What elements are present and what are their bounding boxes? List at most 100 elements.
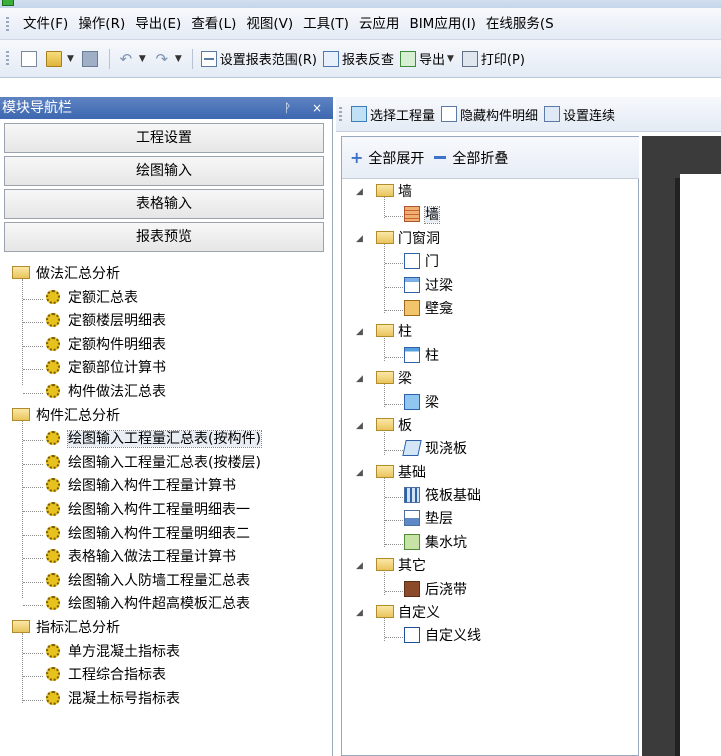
nav-button-report-preview[interactable]: 报表预览 [4, 222, 324, 252]
comp-item-niche[interactable]: 壁龛 [342, 298, 638, 321]
report-reverse-check-button[interactable]: 报表反查 [320, 47, 397, 71]
app-icon [2, 0, 14, 6]
tree-item-report[interactable]: 定额楼层明细表 [0, 310, 330, 334]
folder-open-icon [376, 417, 394, 431]
collapse-all-button[interactable]: 全部折叠 [424, 148, 508, 168]
select-quantity-button[interactable]: 选择工程量 [348, 102, 438, 126]
open-button[interactable]: ▼ [43, 47, 79, 71]
menu-online[interactable]: 在线服务(S [481, 8, 559, 40]
collapse-arrow-icon[interactable]: ◢ [356, 415, 363, 438]
menu-cloud[interactable]: 云应用 [354, 8, 405, 40]
tree-item-label-selected: 绘图输入工程量汇总表(按构件) [67, 430, 262, 449]
folder-icon [12, 266, 30, 279]
tree-item-report[interactable]: 单方混凝土指标表 [0, 641, 330, 665]
report-canvas[interactable] [642, 136, 721, 756]
comp-item-post-pour-strip[interactable]: 后浇带 [342, 579, 638, 602]
menu-view[interactable]: 视图(V) [241, 8, 298, 40]
collapse-arrow-icon[interactable]: ◢ [356, 602, 363, 625]
chevron-down-icon[interactable]: ▼ [175, 54, 182, 64]
comp-item-door[interactable]: 门 [342, 251, 638, 274]
new-button[interactable] [18, 47, 43, 71]
expand-all-button[interactable]: + 全部展开 [350, 148, 424, 168]
tree-item-report[interactable]: 绘图输入人防墙工程量汇总表 [0, 570, 330, 594]
nav-panel-title: 模块导航栏 [2, 100, 72, 116]
redo-button[interactable]: ↷ ▼ [151, 47, 187, 71]
print-label: 打印(P) [480, 53, 525, 68]
comp-group-foundation[interactable]: ◢ 基础 [342, 462, 638, 485]
set-link-button[interactable]: 设置连续 [541, 102, 618, 126]
menu-file[interactable]: 文件(F) [18, 8, 73, 40]
set-report-range-button[interactable]: 设置报表范围(R) [198, 47, 320, 71]
chevron-down-icon[interactable]: ▼ [67, 54, 74, 64]
close-icon[interactable]: × [312, 97, 322, 119]
tree-item-report[interactable]: 绘图输入构件超高模板汇总表 [0, 593, 330, 617]
export-button[interactable]: 导出 ▼ [397, 47, 459, 71]
pin-icon[interactable]: ᚹ [284, 97, 291, 119]
comp-item-column[interactable]: 柱 [342, 345, 638, 368]
folder-open-icon [376, 605, 394, 619]
tree-item-report[interactable]: 混凝土标号指标表 [0, 688, 330, 712]
tree-item-label: 绘图输入构件工程量计算书 [68, 478, 236, 495]
report-gear-icon [46, 289, 60, 304]
comp-item-cast-slab[interactable]: 现浇板 [342, 438, 638, 461]
comp-item-cushion[interactable]: 垫层 [342, 508, 638, 531]
tree-item-report[interactable]: 绘图输入构件工程量明细表二 [0, 523, 330, 547]
tree-item-report[interactable]: 定额部位计算书 [0, 357, 330, 381]
report-toolbar-grip[interactable] [339, 107, 342, 123]
report-toolbar: 选择工程量 隐藏构件明细 设置连续 [336, 97, 721, 132]
report-gear-icon [46, 478, 60, 493]
collapse-arrow-icon[interactable]: ◢ [356, 228, 363, 251]
collapse-arrow-icon[interactable]: ◢ [356, 368, 363, 391]
tree-item-report[interactable]: 绘图输入构件工程量明细表一 [0, 499, 330, 523]
comp-group-beam[interactable]: ◢ 梁 [342, 368, 638, 391]
tree-item-report[interactable]: 工程综合指标表 [0, 664, 330, 688]
comp-item-wall[interactable]: 墙 [342, 204, 638, 227]
tree-group-component-summary[interactable]: 构件汇总分析 [0, 405, 330, 429]
chevron-down-icon[interactable]: ▼ [447, 54, 454, 64]
comp-item-sump[interactable]: 集水坑 [342, 532, 638, 555]
collapse-arrow-icon[interactable]: ◢ [356, 555, 363, 578]
comp-group-custom[interactable]: ◢ 自定义 [342, 602, 638, 625]
report-page[interactable] [680, 174, 721, 756]
menu-view-l[interactable]: 查看(L) [186, 8, 241, 40]
collapse-arrow-icon[interactable]: ◢ [356, 462, 363, 485]
comp-group-column[interactable]: ◢ 柱 [342, 321, 638, 344]
comp-group-wall[interactable]: ◢ 墙 [342, 181, 638, 204]
tree-group-method-summary[interactable]: 做法汇总分析 [0, 263, 330, 287]
folder-icon [12, 619, 30, 633]
comp-group-slab[interactable]: ◢ 板 [342, 415, 638, 438]
menu-export[interactable]: 导出(E) [130, 8, 186, 40]
print-button[interactable]: 打印(P) [459, 47, 528, 71]
tree-item-report[interactable]: 绘图输入构件工程量计算书 [0, 475, 330, 499]
save-button[interactable] [79, 47, 104, 71]
collapse-arrow-icon[interactable]: ◢ [356, 181, 363, 204]
tree-group-index-summary[interactable]: 指标汇总分析 [0, 617, 330, 641]
chevron-down-icon[interactable]: ▼ [139, 54, 146, 64]
menu-operate[interactable]: 操作(R) [73, 8, 130, 40]
nav-button-table-input[interactable]: 表格输入 [4, 189, 324, 219]
collapse-arrow-icon[interactable]: ◢ [356, 321, 363, 344]
menu-tools[interactable]: 工具(T) [298, 8, 354, 40]
comp-item-lintel[interactable]: 过梁 [342, 275, 638, 298]
comp-item-beam[interactable]: 梁 [342, 392, 638, 415]
nav-button-project-settings[interactable]: 工程设置 [4, 123, 324, 153]
menu-grip[interactable] [6, 17, 9, 33]
comp-item-label: 柱 [425, 347, 439, 364]
tree-item-report[interactable]: 定额构件明细表 [0, 334, 330, 358]
nav-button-drawing-input[interactable]: 绘图输入 [4, 156, 324, 186]
comp-group-openings[interactable]: ◢ 门窗洞 [342, 228, 638, 251]
comp-group-other[interactable]: ◢ 其它 [342, 555, 638, 578]
set-report-range-label: 设置报表范围(R) [219, 53, 317, 68]
tree-item-report[interactable]: 绘图输入工程量汇总表(按楼层) [0, 452, 330, 476]
comp-item-label: 垫层 [425, 511, 453, 528]
tree-item-report[interactable]: 定额汇总表 [0, 287, 330, 311]
tree-item-report[interactable]: 构件做法汇总表 [0, 381, 330, 405]
toolbar-grip[interactable] [6, 51, 9, 67]
menu-bim[interactable]: BIM应用(I) [404, 8, 480, 40]
hide-detail-button[interactable]: 隐藏构件明细 [438, 102, 541, 126]
undo-button[interactable]: ↶ ▼ [115, 47, 151, 71]
tree-item-report[interactable]: 绘图输入工程量汇总表(按构件) [0, 428, 330, 452]
comp-item-custom-line[interactable]: 自定义线 [342, 625, 638, 648]
tree-item-report[interactable]: 表格输入做法工程量计算书 [0, 546, 330, 570]
comp-item-raft[interactable]: 筏板基础 [342, 485, 638, 508]
